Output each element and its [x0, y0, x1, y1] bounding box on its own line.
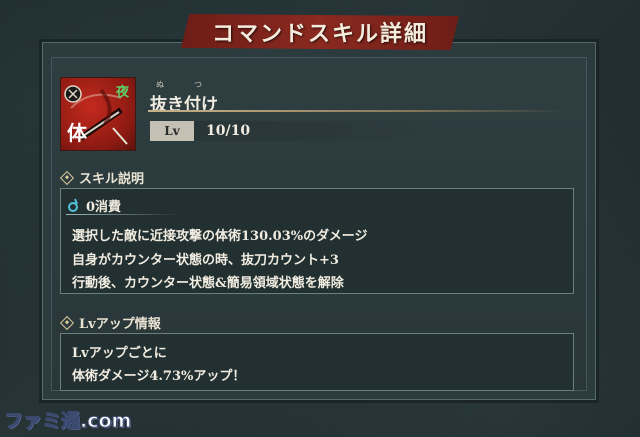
- ruby-nu: ぬ: [156, 80, 164, 89]
- diamond-icon: [59, 315, 75, 330]
- level-value: 10/10: [206, 123, 251, 139]
- attribute-badge: 体: [67, 121, 87, 145]
- levelup-header-label: Lvアップ情報: [79, 317, 161, 332]
- level-label: Lv: [150, 121, 194, 141]
- title-banner: コマンドスキル詳細: [181, 14, 459, 50]
- diamond-icon: [59, 170, 75, 185]
- description-line: 選択した敵に近接攻撃の体術130.03%のダメージ: [72, 229, 368, 244]
- levelup-line: Lvアップごとに: [72, 346, 167, 361]
- levelup-header: Lvアップ情報: [59, 313, 161, 332]
- description-line: 自身がカウンター状態の時、抜刀カウント+3: [72, 253, 339, 268]
- description-line: 行動後、カウンター状態&簡易領域状態を解除: [72, 276, 344, 291]
- description-header-label: スキル説明: [79, 172, 145, 187]
- cost-label: 0消費: [86, 199, 122, 215]
- page-title: コマンドスキル詳細: [211, 22, 428, 47]
- cost-underline: [66, 214, 178, 215]
- description-header: スキル説明: [59, 168, 145, 187]
- cost-icon: [68, 198, 78, 212]
- ruby-tsu: つ: [194, 80, 202, 89]
- time-badge: 夜: [115, 85, 129, 100]
- cost-row: 0消費: [68, 196, 122, 215]
- level-row: Lv 10/10: [150, 120, 250, 142]
- skill-icon: 夜 体: [60, 77, 136, 151]
- watermark-logo: ファミ通.com: [3, 410, 132, 433]
- skill-name-underline: [148, 110, 568, 112]
- levelup-line: 体術ダメージ4.73%アップ！: [72, 369, 246, 384]
